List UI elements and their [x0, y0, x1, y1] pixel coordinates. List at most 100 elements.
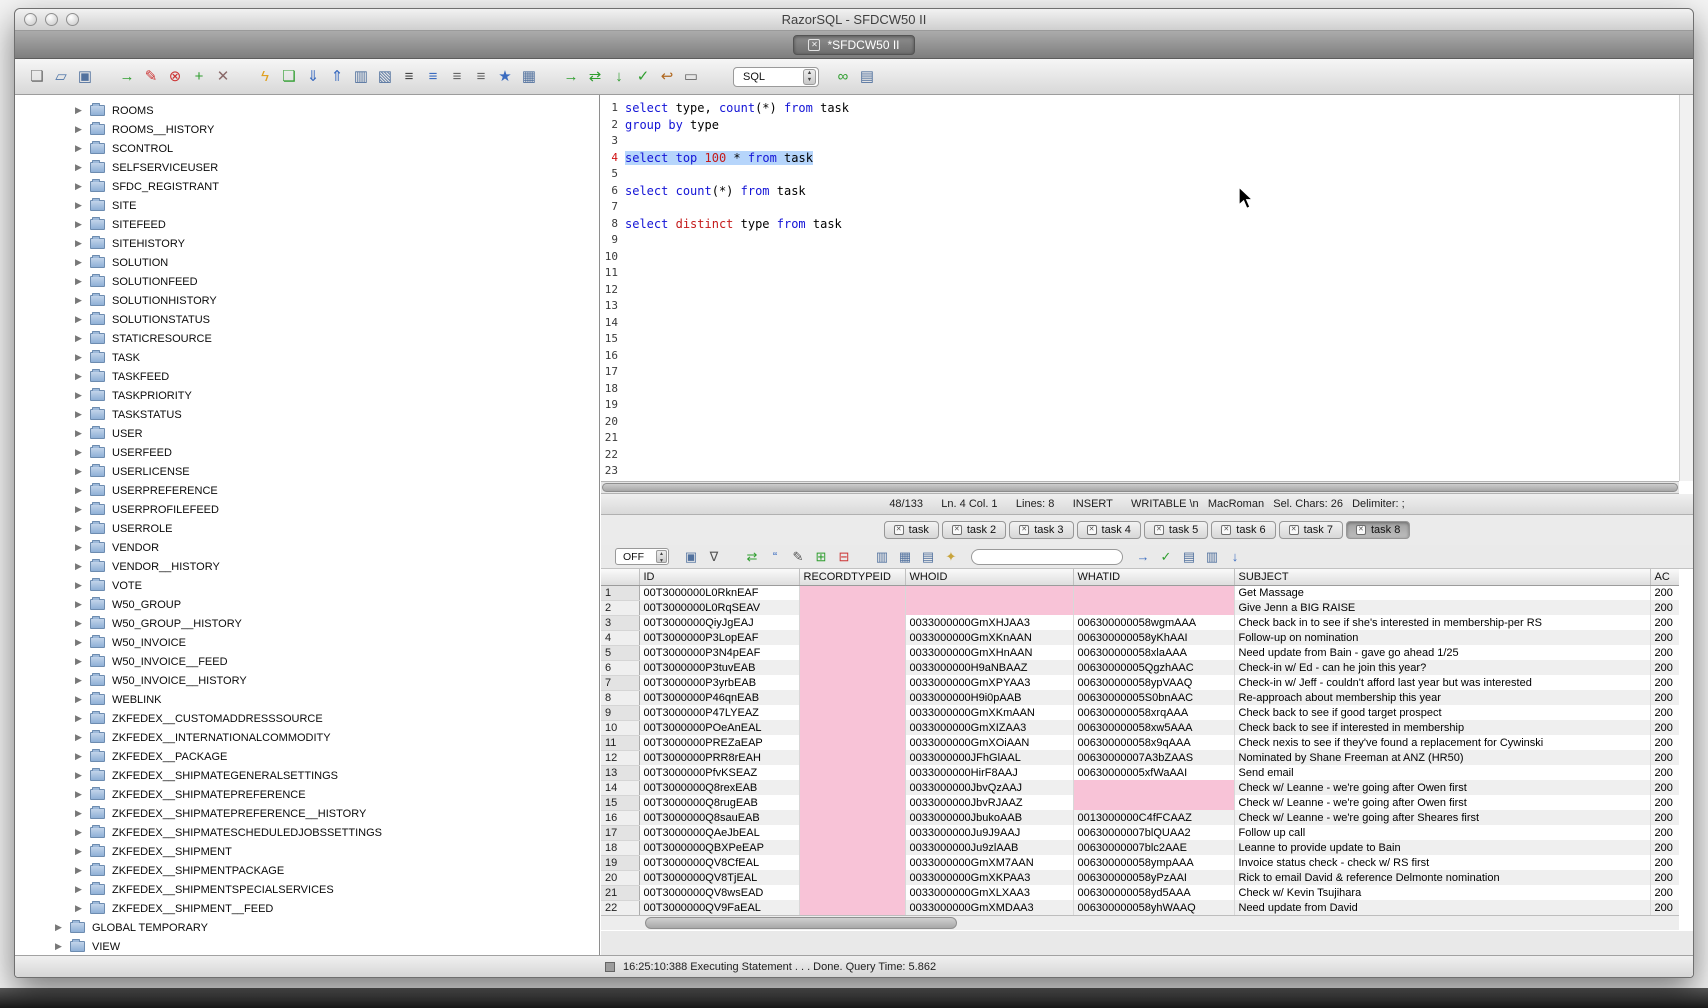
- execute-sql-icon[interactable]: ϟ: [255, 66, 275, 87]
- table-cell[interactable]: Need update from David: [1234, 900, 1650, 915]
- filter-icon[interactable]: ∇: [705, 548, 723, 566]
- disclosure-icon[interactable]: ▶: [75, 295, 85, 306]
- paste-icon[interactable]: ▧: [375, 66, 395, 87]
- table-cell[interactable]: [905, 585, 1073, 600]
- tab-close-icon[interactable]: ✕: [808, 39, 820, 51]
- tree-item[interactable]: ▶ZKFEDEX__SHIPMENT__FEED: [15, 899, 599, 918]
- table-cell[interactable]: 200: [1650, 795, 1679, 810]
- add-connection-icon[interactable]: +: [189, 66, 209, 87]
- disclosure-icon[interactable]: ▶: [75, 865, 85, 876]
- disclosure-icon[interactable]: ▶: [55, 941, 65, 952]
- save-results-icon[interactable]: ▣: [682, 548, 700, 566]
- table-cell[interactable]: [799, 690, 905, 705]
- disconnect-icon[interactable]: ⊗: [165, 66, 185, 87]
- disclosure-icon[interactable]: ▶: [75, 903, 85, 914]
- table-cell[interactable]: 0033000000GmXKnAAN: [905, 630, 1073, 645]
- table-cell[interactable]: [1073, 780, 1234, 795]
- table-cell[interactable]: [799, 765, 905, 780]
- table-cell[interactable]: 0033000000GmXIZAA3: [905, 720, 1073, 735]
- table-cell[interactable]: 006300000058xlaAAA: [1073, 645, 1234, 660]
- disclosure-icon[interactable]: ▶: [75, 143, 85, 154]
- disclosure-icon[interactable]: ▶: [75, 523, 85, 534]
- table-cell[interactable]: Get Massage: [1234, 585, 1650, 600]
- row-number-cell[interactable]: 16: [601, 810, 639, 825]
- row-number-cell[interactable]: 12: [601, 750, 639, 765]
- table-cell[interactable]: 00T3000000POeAnEAL: [639, 720, 799, 735]
- table-cell[interactable]: Check-in w/ Jeff - couldn't afford last …: [1234, 675, 1650, 690]
- table-cell[interactable]: Re-approach about membership this year: [1234, 690, 1650, 705]
- tree-item[interactable]: ▶SITEFEED: [15, 215, 599, 234]
- table-cell[interactable]: [799, 780, 905, 795]
- tree-item[interactable]: ▶STATICRESOURCE: [15, 329, 599, 348]
- copy-icon[interactable]: ▥: [351, 66, 371, 87]
- tree-item[interactable]: ▶ROOMS__HISTORY: [15, 120, 599, 139]
- table-cell[interactable]: 00T3000000QBXPeEAP: [639, 840, 799, 855]
- table-cell[interactable]: 00T3000000PfvKSEAZ: [639, 765, 799, 780]
- table-cell[interactable]: 006300000058ypVAAQ: [1073, 675, 1234, 690]
- insert-row-icon[interactable]: ⊞: [812, 548, 830, 566]
- table-cell[interactable]: 200: [1650, 900, 1679, 915]
- save-icon[interactable]: ▣: [75, 66, 95, 87]
- tree-item[interactable]: ▶ZKFEDEX__SHIPMATEPREFERENCE__HISTORY: [15, 804, 599, 823]
- tab-close-icon[interactable]: ✕: [1019, 525, 1029, 535]
- table-cell[interactable]: 00T3000000QiyJgEAJ: [639, 615, 799, 630]
- table-cell[interactable]: 006300000058yhWAAQ: [1073, 900, 1234, 915]
- disclosure-icon[interactable]: ▶: [75, 181, 85, 192]
- table-cell[interactable]: 00630000007A3bZAAS: [1073, 750, 1234, 765]
- table-cell[interactable]: 006300000058ympAAA: [1073, 855, 1234, 870]
- result-tab[interactable]: ✕task 8: [1346, 521, 1410, 539]
- scrollbar-thumb[interactable]: [645, 917, 957, 929]
- tree-item[interactable]: ▶VIEW: [15, 937, 599, 955]
- record-view-icon[interactable]: ▤: [919, 548, 937, 566]
- delete-icon[interactable]: ✕: [213, 66, 233, 87]
- edit-cell-icon[interactable]: ✎: [789, 548, 807, 566]
- table-cell[interactable]: Check back to see if interested in membe…: [1234, 720, 1650, 735]
- column-header[interactable]: WHOID: [905, 569, 1073, 585]
- table-cell[interactable]: Check w/ Leanne - we're going after Owen…: [1234, 795, 1650, 810]
- close-button[interactable]: [24, 13, 37, 26]
- open-file-icon[interactable]: ▱: [51, 66, 71, 87]
- run-search-icon[interactable]: →: [1134, 548, 1152, 566]
- table-cell[interactable]: 00T3000000P3N4pEAF: [639, 645, 799, 660]
- connection-tab[interactable]: ✕ *SFDCW50 II: [793, 35, 914, 55]
- tree-item[interactable]: ▶W50_INVOICE: [15, 633, 599, 652]
- tree-item[interactable]: ▶W50_GROUP: [15, 595, 599, 614]
- table-cell[interactable]: [799, 660, 905, 675]
- copy-cells-icon[interactable]: ▥: [873, 548, 891, 566]
- table-cell[interactable]: 0033000000Ju9zlAAB: [905, 840, 1073, 855]
- row-number-cell[interactable]: 8: [601, 690, 639, 705]
- disclosure-icon[interactable]: ▶: [75, 713, 85, 724]
- table-cell[interactable]: 0033000000JbukoAAB: [905, 810, 1073, 825]
- result-tab[interactable]: ✕task 3: [1009, 521, 1073, 539]
- disclosure-icon[interactable]: ▶: [75, 732, 85, 743]
- table-cell[interactable]: 0033000000GmXLXAA3: [905, 885, 1073, 900]
- table-cell[interactable]: 200: [1650, 855, 1679, 870]
- connect-icon[interactable]: →: [117, 66, 137, 87]
- disclosure-icon[interactable]: ▶: [75, 485, 85, 496]
- table-cell[interactable]: 200: [1650, 825, 1679, 840]
- tree-item[interactable]: ▶SITE: [15, 196, 599, 215]
- results-search-input[interactable]: [971, 549, 1123, 565]
- tree-item[interactable]: ▶SOLUTIONSTATUS: [15, 310, 599, 329]
- row-number-cell[interactable]: 14: [601, 780, 639, 795]
- table-cell[interactable]: [1073, 795, 1234, 810]
- table-cell[interactable]: 0033000000GmXPYAA3: [905, 675, 1073, 690]
- disclosure-icon[interactable]: ▶: [75, 333, 85, 344]
- table-cell[interactable]: 00T3000000QV9FaEAL: [639, 900, 799, 915]
- row-number-cell[interactable]: 3: [601, 615, 639, 630]
- table-cell[interactable]: 200: [1650, 810, 1679, 825]
- table-cell[interactable]: [799, 675, 905, 690]
- table-cell[interactable]: 00T3000000QV8CfEAL: [639, 855, 799, 870]
- tree-item[interactable]: ▶VENDOR__HISTORY: [15, 557, 599, 576]
- table-cell[interactable]: 00T3000000QV8wsEAD: [639, 885, 799, 900]
- disclosure-icon[interactable]: ▶: [75, 219, 85, 230]
- table-cell[interactable]: Follow up call: [1234, 825, 1650, 840]
- tree-item[interactable]: ▶USERPROFILEFEED: [15, 500, 599, 519]
- tree-item[interactable]: ▶VENDOR: [15, 538, 599, 557]
- tree-item[interactable]: ▶ZKFEDEX__SHIPMENTSPECIALSERVICES: [15, 880, 599, 899]
- table-cell[interactable]: 00630000007blQUAA2: [1073, 825, 1234, 840]
- tree-item[interactable]: ▶SCONTROL: [15, 139, 599, 158]
- disclosure-icon[interactable]: ▶: [75, 694, 85, 705]
- tree-item[interactable]: ▶USER: [15, 424, 599, 443]
- tree-item[interactable]: ▶ZKFEDEX__SHIPMENTPACKAGE: [15, 861, 599, 880]
